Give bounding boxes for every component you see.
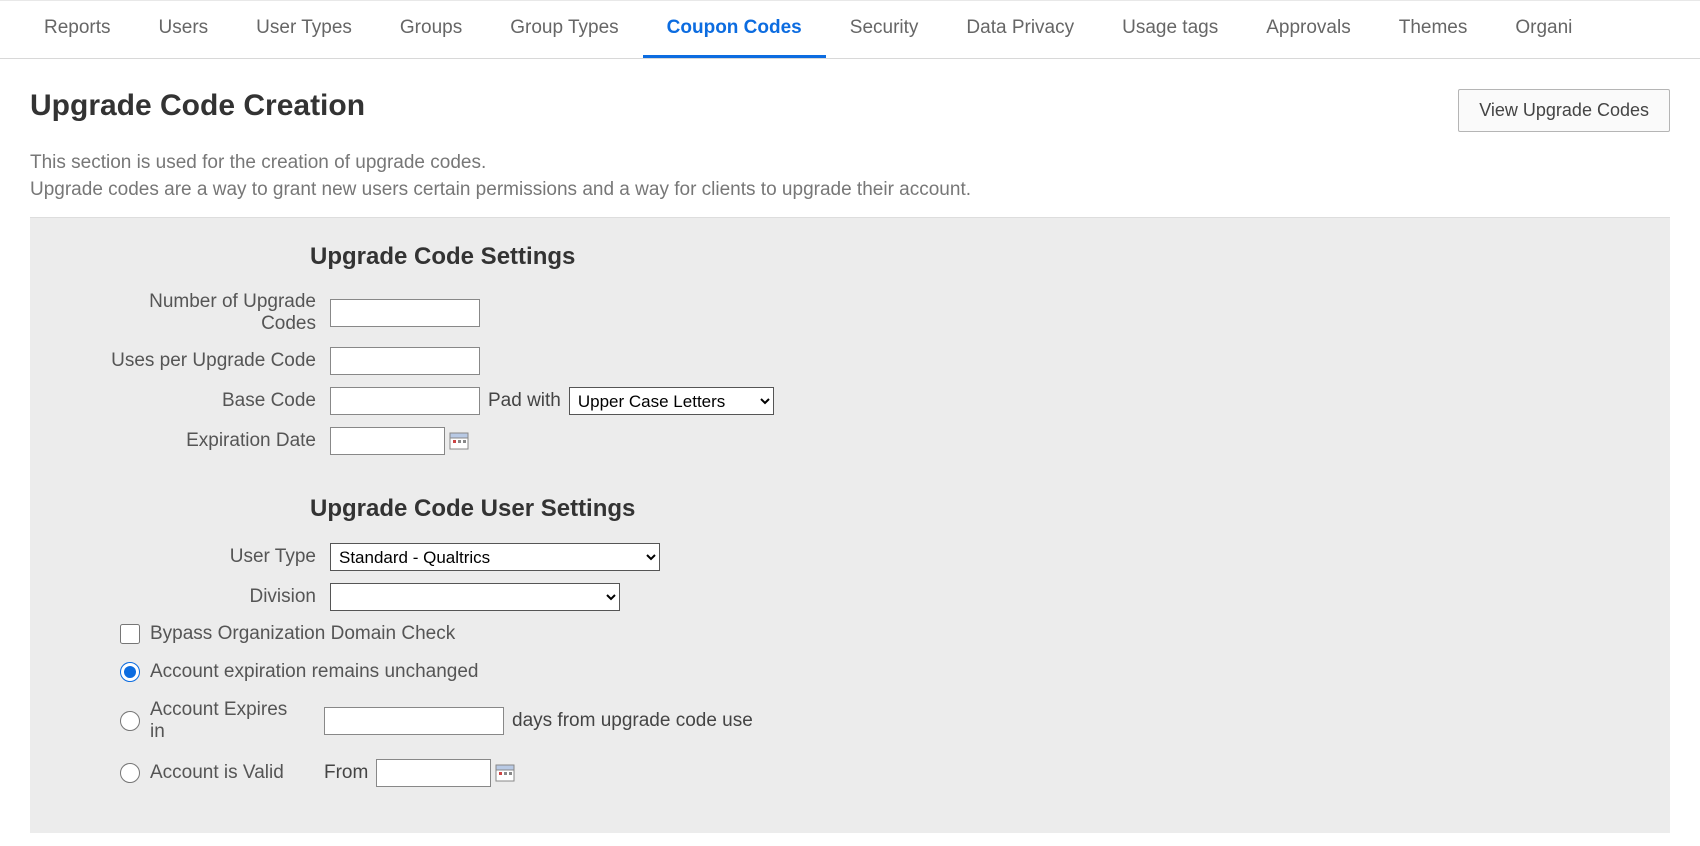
row-user-type: User Type Standard - Qualtrics bbox=[90, 543, 1610, 571]
tab-users[interactable]: Users bbox=[135, 1, 233, 58]
base-code-label: Base Code bbox=[90, 390, 330, 412]
radio-valid-label: Account is Valid bbox=[150, 762, 300, 784]
radio-unchanged-label: Account expiration remains unchanged bbox=[150, 661, 478, 683]
tab-data-privacy[interactable]: Data Privacy bbox=[942, 1, 1098, 58]
valid-from-input[interactable] bbox=[376, 759, 491, 787]
expiration-input[interactable] bbox=[330, 427, 445, 455]
radio-expires-in-label: Account Expires in bbox=[150, 699, 300, 743]
pad-with-select[interactable]: Upper Case Letters bbox=[569, 387, 774, 415]
row-uses-per-code: Uses per Upgrade Code bbox=[90, 347, 1610, 375]
division-label: Division bbox=[90, 586, 330, 608]
tab-groups[interactable]: Groups bbox=[376, 1, 486, 58]
tab-coupon-codes[interactable]: Coupon Codes bbox=[643, 1, 826, 59]
user-type-select[interactable]: Standard - Qualtrics bbox=[330, 543, 660, 571]
row-base-code: Base Code Pad with Upper Case Letters bbox=[90, 387, 1610, 415]
radio-valid[interactable] bbox=[120, 763, 140, 783]
num-codes-input[interactable] bbox=[330, 299, 480, 327]
desc-line-1: This section is used for the creation of… bbox=[30, 152, 486, 173]
desc-line-2: Upgrade codes are a way to grant new use… bbox=[30, 179, 971, 200]
bypass-checkbox[interactable] bbox=[120, 624, 140, 644]
page-description: This section is used for the creation of… bbox=[0, 142, 1700, 217]
tab-organi[interactable]: Organi bbox=[1491, 1, 1596, 58]
uses-per-label: Uses per Upgrade Code bbox=[90, 350, 330, 372]
tab-usage-tags[interactable]: Usage tags bbox=[1098, 1, 1242, 58]
settings-area: Upgrade Code Settings Number of Upgrade … bbox=[30, 217, 1670, 833]
base-code-input[interactable] bbox=[330, 387, 480, 415]
uses-per-input[interactable] bbox=[330, 347, 480, 375]
expires-in-suffix: days from upgrade code use bbox=[512, 710, 753, 732]
expires-in-input[interactable] bbox=[324, 707, 504, 735]
row-division: Division bbox=[90, 583, 1610, 611]
tab-security[interactable]: Security bbox=[826, 1, 943, 58]
calendar-icon[interactable] bbox=[495, 763, 515, 783]
tab-user-types[interactable]: User Types bbox=[232, 1, 376, 58]
row-number-of-codes: Number of Upgrade Codes bbox=[90, 291, 1610, 335]
tab-themes[interactable]: Themes bbox=[1375, 1, 1492, 58]
division-select[interactable] bbox=[330, 583, 620, 611]
user-settings-heading: Upgrade Code User Settings bbox=[310, 495, 1610, 523]
row-expiration-date: Expiration Date bbox=[90, 427, 1610, 455]
valid-from-label: From bbox=[324, 762, 368, 784]
num-codes-label: Number of Upgrade Codes bbox=[90, 291, 330, 335]
row-bypass-check: Bypass Organization Domain Check bbox=[120, 623, 1610, 645]
tab-reports[interactable]: Reports bbox=[20, 1, 135, 58]
row-radio-valid: Account is Valid From bbox=[120, 759, 1610, 787]
user-type-label: User Type bbox=[90, 546, 330, 568]
page-header: Upgrade Code Creation View Upgrade Codes bbox=[0, 59, 1700, 142]
top-tabs: ReportsUsersUser TypesGroupsGroup TypesC… bbox=[0, 0, 1700, 59]
view-upgrade-codes-button[interactable]: View Upgrade Codes bbox=[1458, 89, 1670, 132]
tab-group-types[interactable]: Group Types bbox=[486, 1, 642, 58]
settings-heading: Upgrade Code Settings bbox=[310, 243, 1610, 271]
radio-expires-in[interactable] bbox=[120, 711, 140, 731]
calendar-icon[interactable] bbox=[449, 431, 469, 451]
radio-unchanged[interactable] bbox=[120, 662, 140, 682]
row-radio-unchanged: Account expiration remains unchanged bbox=[120, 661, 1610, 683]
bypass-label: Bypass Organization Domain Check bbox=[150, 623, 455, 645]
row-radio-expires-in: Account Expires in days from upgrade cod… bbox=[120, 699, 1610, 743]
expiration-label: Expiration Date bbox=[90, 430, 330, 452]
pad-with-label: Pad with bbox=[488, 390, 561, 412]
page-title: Upgrade Code Creation bbox=[30, 89, 365, 123]
tab-approvals[interactable]: Approvals bbox=[1242, 1, 1375, 58]
